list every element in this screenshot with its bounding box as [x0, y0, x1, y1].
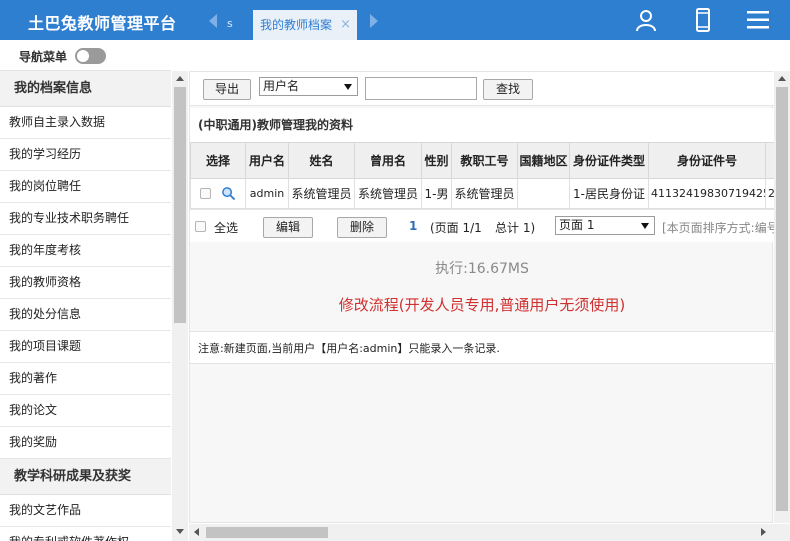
sidebar-item-books[interactable]: 我的著作	[0, 363, 171, 395]
col-header-name[interactable]: 姓名	[288, 142, 355, 179]
sidebar-item-projects[interactable]: 我的项目课题	[0, 331, 171, 363]
col-header-select[interactable]: 选择	[190, 142, 246, 179]
user-icon[interactable]	[634, 8, 658, 32]
scroll-up-icon[interactable]	[778, 76, 786, 81]
sidebar-item-title-appointment[interactable]: 我的专业技术职务聘任	[0, 203, 171, 235]
toggle-knob	[77, 50, 89, 62]
cell-username: admin	[245, 178, 289, 209]
sidebar-section-research[interactable]: 教学科研成果及获奖	[0, 459, 171, 495]
cell-id-number: 411324198307194251	[648, 178, 766, 209]
page-select[interactable]: 页面 1	[555, 216, 655, 235]
tab-stub[interactable]: s	[227, 17, 233, 30]
total-info: 总计 1)	[495, 221, 536, 235]
current-page-link[interactable]: 1	[409, 219, 417, 233]
page-info: (页面 1/1	[430, 221, 482, 235]
page-select-value: 页面 1	[559, 218, 595, 232]
notice-text: 注意:新建页面,当前用户【用户名:admin】只能录入一条记录.	[190, 331, 774, 364]
search-button[interactable]: 查找	[483, 79, 533, 100]
col-header-gender[interactable]: 性别	[421, 142, 452, 179]
col-header-nationality[interactable]: 国籍地区	[517, 142, 570, 179]
scrollbar-thumb[interactable]	[174, 87, 186, 323]
sidebar-item-art-works[interactable]: 我的文艺作品	[0, 495, 171, 527]
nav-menu-row: 导航菜单	[0, 40, 790, 70]
app-title: 土巴兔教师管理平台	[28, 14, 177, 33]
scroll-right-icon[interactable]	[761, 528, 766, 536]
table-row[interactable]: admin 系统管理员 系统管理员 1-男 系统管理员 1-居民身份证 4113…	[190, 178, 774, 209]
cell-nationality	[517, 178, 570, 209]
search-field-select[interactable]: 用户名	[259, 77, 358, 96]
scrollbar-corner	[774, 524, 790, 541]
sidebar-item-disciplinary[interactable]: 我的处分信息	[0, 299, 171, 331]
search-icon[interactable]	[221, 186, 236, 201]
main-content: 导出 用户名 查找 (中职通用)教师管理我的资料 选择 用户名 姓名 曾用名 性…	[189, 71, 774, 523]
pager-row: 全选 编辑 删除 1 (页面 1/1 总计 1) 页面 1 [本页面排序方式:编…	[190, 209, 774, 242]
exec-time: 执行:16.67MS	[435, 261, 529, 277]
toolbar: 导出 用户名 查找	[190, 72, 774, 106]
data-grid: 选择 用户名 姓名 曾用名 性别 教职工号 国籍地区 身份证件类型 身份证件号 …	[190, 142, 774, 242]
sidebar-item-papers[interactable]: 我的论文	[0, 395, 171, 427]
chevron-down-icon	[641, 223, 649, 229]
col-header-id-number[interactable]: 身份证件号	[648, 142, 766, 179]
panel-title: (中职通用)教师管理我的资料	[190, 108, 774, 142]
sidebar-item-annual-review[interactable]: 我的年度考核	[0, 235, 171, 267]
col-header-id-type[interactable]: 身份证件类型	[569, 142, 649, 179]
sidebar-item-study-history[interactable]: 我的学习经历	[0, 139, 171, 171]
sidebar-item-self-entry[interactable]: 教师自主录入数据	[0, 107, 171, 139]
export-button[interactable]: 导出	[203, 79, 251, 100]
table-header-row: 选择 用户名 姓名 曾用名 性别 教职工号 国籍地区 身份证件类型 身份证件号 …	[190, 142, 774, 179]
scroll-up-icon[interactable]	[176, 76, 184, 81]
main-vertical-scrollbar[interactable]	[774, 71, 790, 523]
col-header-staff-no[interactable]: 教职工号	[451, 142, 518, 179]
mobile-icon[interactable]	[691, 8, 715, 32]
tab-label: 我的教师档案	[260, 18, 333, 32]
row-select-cell	[190, 178, 246, 209]
scrollbar-thumb[interactable]	[206, 527, 328, 538]
cell-id-type: 1-居民身份证	[569, 178, 649, 209]
sidebar-item-teacher-qualification[interactable]: 我的教师资格	[0, 267, 171, 299]
cell-more: 2	[765, 178, 774, 209]
cell-former-name: 系统管理员	[354, 178, 422, 209]
search-field-value: 用户名	[263, 79, 300, 93]
nav-menu-toggle[interactable]	[75, 48, 106, 64]
col-header-username[interactable]: 用户名	[245, 142, 289, 179]
modify-flow-link[interactable]: 修改流程(开发人员专用,普通用户无须使用)	[190, 294, 774, 315]
cell-gender: 1-男	[421, 178, 452, 209]
col-header-more[interactable]: 出	[765, 142, 774, 179]
select-all-checkbox[interactable]	[195, 221, 206, 232]
scroll-left-icon[interactable]	[194, 528, 199, 536]
sidebar-item-patents[interactable]: 我的专利或软件著作权	[0, 527, 171, 541]
delete-button[interactable]: 删除	[337, 217, 387, 238]
close-icon[interactable]: ×	[340, 10, 351, 40]
scrollbar-thumb[interactable]	[776, 87, 788, 511]
nav-menu-label: 导航菜单	[19, 50, 68, 64]
tab-scroll-right-icon[interactable]	[370, 14, 378, 28]
scroll-down-icon[interactable]	[176, 529, 184, 534]
cell-staff-no: 系统管理员	[451, 178, 518, 209]
sidebar-scrollbar[interactable]	[172, 71, 188, 541]
tab-my-teacher-profile[interactable]: 我的教师档案 ×	[253, 10, 357, 40]
sidebar: 我的档案信息 教师自主录入数据 我的学习经历 我的岗位聘任 我的专业技术职务聘任…	[0, 70, 171, 541]
data-table: 选择 用户名 姓名 曾用名 性别 教职工号 国籍地区 身份证件类型 身份证件号 …	[190, 142, 774, 209]
search-input[interactable]	[365, 77, 477, 100]
main-horizontal-scrollbar[interactable]	[189, 524, 774, 541]
select-all-label[interactable]: 全选	[214, 219, 238, 236]
top-header: 土巴兔教师管理平台 s 我的教师档案 ×	[0, 0, 790, 40]
col-header-former-name[interactable]: 曾用名	[354, 142, 422, 179]
cell-name: 系统管理员	[288, 178, 355, 209]
sidebar-section-profile[interactable]: 我的档案信息	[0, 71, 171, 107]
row-checkbox[interactable]	[200, 188, 212, 199]
menu-icon[interactable]	[746, 8, 770, 32]
sidebar-item-awards[interactable]: 我的奖励	[0, 427, 171, 459]
edit-button[interactable]: 编辑	[263, 217, 313, 238]
chevron-down-icon	[344, 84, 352, 90]
sidebar-item-position-appointment[interactable]: 我的岗位聘任	[0, 171, 171, 203]
sort-hint: [本页面排序方式:编号	[662, 221, 774, 235]
tab-scroll-left-icon[interactable]	[209, 14, 217, 28]
